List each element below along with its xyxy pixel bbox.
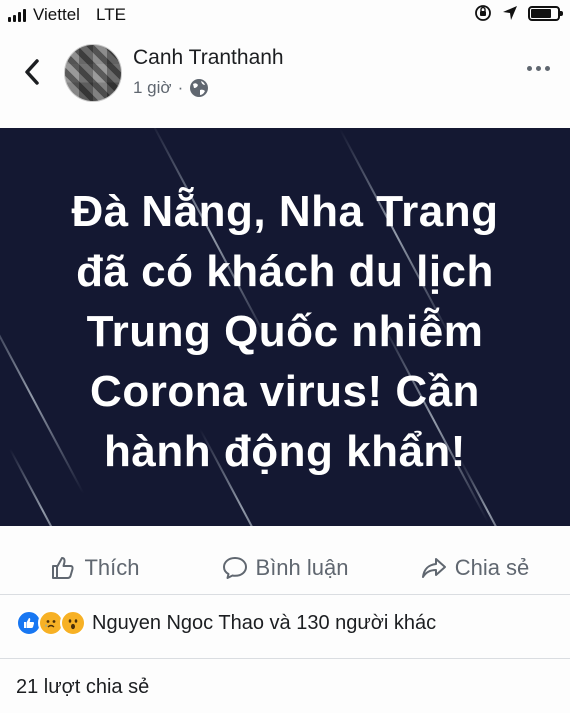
status-bar: Viettel LTE	[0, 0, 570, 30]
like-label: Thích	[84, 555, 140, 580]
reactions-summary-text: Nguyen Ngoc Thao và 130 người khác	[92, 611, 437, 634]
like-button[interactable]: Thích	[0, 555, 190, 581]
comment-button[interactable]: Bình luận	[190, 555, 380, 581]
carrier-name: Viettel	[33, 5, 80, 24]
comment-label: Bình luận	[255, 555, 349, 580]
location-arrow-icon	[503, 6, 517, 20]
facebook-post-screen: Viettel LTE Canh Tranthanh 1 giờ · Đà Nẵ…	[0, 0, 570, 713]
battery-icon	[528, 5, 563, 21]
status-icons	[474, 4, 563, 22]
more-horizontal-icon	[527, 66, 532, 71]
more-dot	[545, 66, 550, 71]
reaction-icons	[16, 610, 86, 636]
more-options-button[interactable]	[527, 66, 550, 71]
divider	[0, 658, 570, 659]
meta-separator: ·	[177, 78, 184, 97]
network-type: LTE	[96, 5, 126, 24]
orientation-lock-icon	[475, 5, 491, 21]
post-image[interactable]: Đà Nẵng, Nha Trang đã có khách du lịch T…	[0, 128, 570, 526]
share-label: Chia sẻ	[454, 555, 530, 580]
globe-icon	[190, 79, 209, 97]
share-icon	[421, 558, 446, 578]
avatar[interactable]	[64, 44, 122, 102]
wow-reaction-icon	[60, 610, 86, 636]
author-name[interactable]: Canh Tranthanh	[133, 46, 284, 70]
post-meta: 1 giờ ·	[133, 78, 209, 98]
post-header: Canh Tranthanh 1 giờ ·	[0, 36, 570, 112]
chevron-left-icon	[25, 59, 39, 85]
shares-count[interactable]: 21 lượt chia sẻ	[16, 676, 149, 699]
action-bar: Thích Bình luận Chia sẻ	[0, 542, 570, 595]
comment-icon	[222, 557, 247, 579]
signal-strength-icon	[8, 9, 26, 22]
post-timestamp[interactable]: 1 giờ	[133, 78, 172, 98]
reactions-summary[interactable]: Nguyen Ngoc Thao và 130 người khác	[16, 610, 436, 636]
share-button[interactable]: Chia sẻ	[380, 555, 570, 581]
post-image-text: Đà Nẵng, Nha Trang đã có khách du lịch T…	[71, 187, 499, 476]
thumbs-up-icon	[52, 557, 75, 579]
more-dot	[536, 66, 541, 71]
back-button[interactable]	[18, 56, 46, 88]
